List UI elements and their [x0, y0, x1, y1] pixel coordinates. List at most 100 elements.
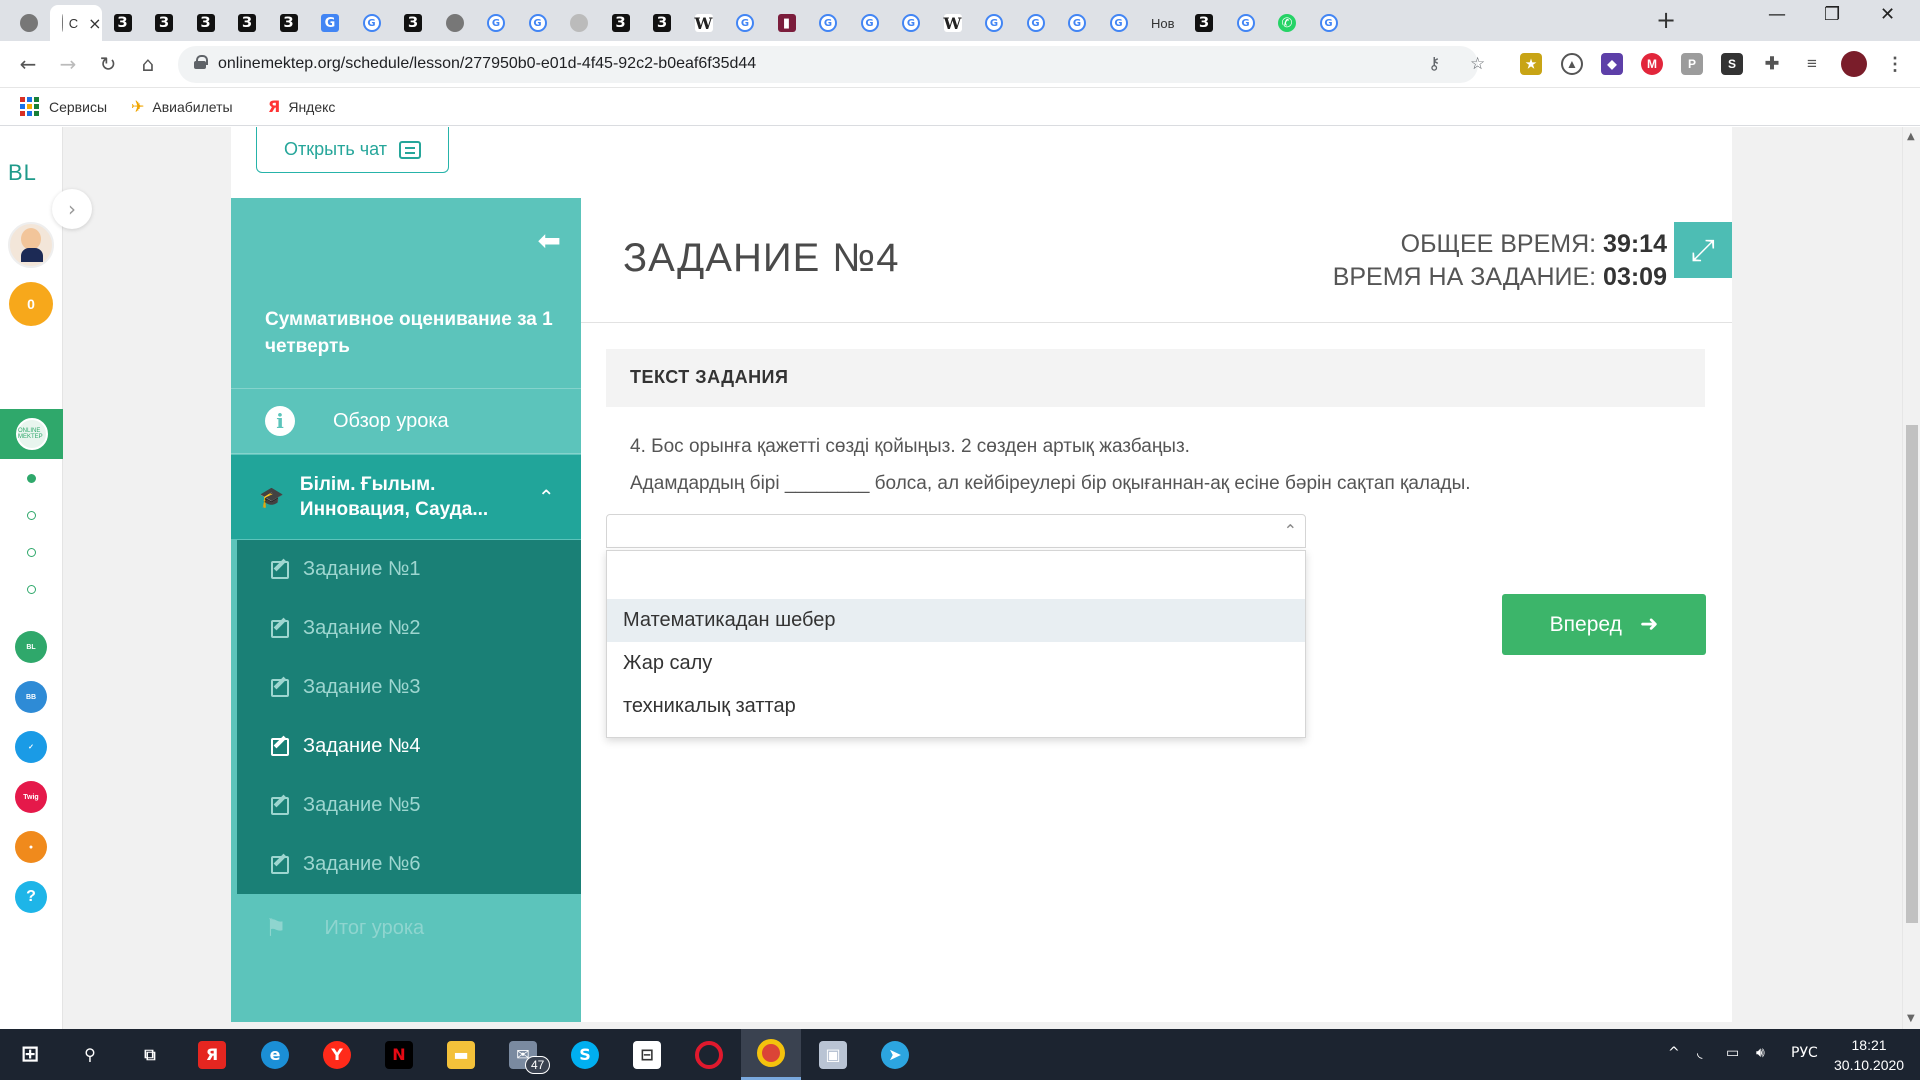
key-icon[interactable]: ⚷ — [1428, 54, 1440, 74]
twig-app-icon[interactable]: Twig — [15, 781, 47, 813]
app-icon[interactable]: ● — [15, 831, 47, 863]
scroll-up-icon[interactable]: ▲ — [1907, 131, 1915, 142]
browser-tab[interactable]: G — [1098, 5, 1140, 41]
battery-icon[interactable]: ▭ — [1726, 1045, 1739, 1061]
browser-tab[interactable]: G — [517, 5, 559, 41]
rail-subitem[interactable] — [27, 511, 36, 520]
browser-tab[interactable]: G — [724, 5, 766, 41]
browser-tab[interactable]: G — [1056, 5, 1098, 41]
browser-tab[interactable]: ▮ — [766, 5, 808, 41]
taskbar-yandex[interactable]: Я — [182, 1029, 242, 1080]
browser-tab[interactable] — [558, 5, 600, 41]
browser-tab[interactable]: G — [807, 5, 849, 41]
browser-tab[interactable]: G — [351, 5, 393, 41]
extension-icon[interactable]: ◆ — [1601, 53, 1623, 75]
language-indicator[interactable]: РУС — [1791, 1045, 1818, 1061]
bookmark-flights[interactable]: ✈ Авиабилеты — [131, 97, 233, 116]
avatar[interactable] — [8, 222, 54, 268]
bookmark-star-icon[interactable]: ☆ — [1470, 54, 1485, 74]
sidebar-item-overview[interactable]: i Обзор урока — [231, 388, 581, 454]
menu-icon[interactable]: ⋮ — [1884, 53, 1906, 75]
bilimland-app-icon[interactable]: BL — [15, 631, 47, 663]
arrow-left-icon[interactable]: ⬅ — [538, 224, 561, 257]
clock[interactable]: 18:21 30.10.2020 — [1834, 1035, 1904, 1075]
browser-tab[interactable]: G — [1308, 5, 1350, 41]
scrollbar[interactable]: ▲ ▼ — [1902, 127, 1920, 1029]
sidebar-section-header[interactable]: 🎓 Білім. Ғылым. Инновация, Сауда... ⌃ — [231, 455, 581, 539]
chevron-up-icon[interactable]: ⌃ — [538, 485, 555, 509]
taskbar-chrome[interactable] — [741, 1029, 801, 1080]
sidebar-item-task[interactable]: Задание №2 — [237, 599, 581, 658]
address-bar[interactable]: onlinemektep.org/schedule/lesson/277950b… — [178, 46, 1485, 83]
taskbar-netflix[interactable]: N — [369, 1029, 429, 1080]
reading-list-icon[interactable]: ≡ — [1801, 53, 1823, 75]
browser-tab[interactable]: З — [641, 5, 683, 41]
sidebar-item-task[interactable]: Задание №6 — [237, 835, 581, 894]
browser-tab[interactable]: G — [1225, 5, 1267, 41]
sidebar-item-task[interactable]: Задание №5 — [237, 776, 581, 835]
search-button[interactable]: ⚲ — [60, 1029, 120, 1080]
browser-tab[interactable]: З — [226, 5, 268, 41]
drive-extension-icon[interactable]: ▲ — [1561, 53, 1583, 75]
chevron-up-icon[interactable]: ^ — [1668, 1045, 1680, 1061]
scroll-down-icon[interactable]: ▼ — [1907, 1013, 1915, 1024]
dropdown-empty-option[interactable] — [607, 551, 1305, 599]
bilimbook-app-icon[interactable]: BB — [15, 681, 47, 713]
browser-tab[interactable]: G — [890, 5, 932, 41]
browser-tab[interactable]: W — [683, 5, 725, 41]
browser-tab[interactable]: З — [143, 5, 185, 41]
sidebar-item-task[interactable]: Задание №3 — [237, 658, 581, 717]
extension-icon[interactable]: ★ — [1520, 53, 1542, 75]
chevron-right-icon[interactable]: › — [52, 189, 92, 229]
task-view-button[interactable]: ⧉ — [120, 1029, 180, 1080]
network-icon[interactable]: ◟ — [1697, 1045, 1702, 1061]
taskbar-explorer[interactable]: ▬ — [431, 1029, 491, 1080]
taskbar-store[interactable]: ⊟ — [617, 1029, 677, 1080]
browser-tab[interactable]: З — [392, 5, 434, 41]
close-window-icon[interactable]: ✕ — [1880, 4, 1895, 25]
reload-icon[interactable]: ↻ — [94, 50, 122, 78]
extension-icon[interactable]: M — [1641, 53, 1663, 75]
browser-tab[interactable]: ✆ — [1266, 5, 1308, 41]
browser-tab[interactable]: З — [102, 5, 144, 41]
scrollbar-thumb[interactable] — [1906, 425, 1918, 923]
browser-tab[interactable] — [434, 5, 476, 41]
volume-icon[interactable]: 🔊︎ — [1756, 1045, 1765, 1061]
checklist-app-icon[interactable]: ✓ — [15, 731, 47, 763]
forward-icon[interactable]: → — [54, 50, 82, 78]
puzzle-icon[interactable]: ✚ — [1761, 53, 1783, 75]
taskbar-yandex-browser[interactable]: Y — [307, 1029, 367, 1080]
open-chat-button[interactable]: Открыть чат — [256, 127, 449, 173]
taskbar-edge[interactable]: e — [245, 1029, 305, 1080]
browser-tab[interactable]: З — [185, 5, 227, 41]
answer-select[interactable]: ⌃ — [606, 514, 1306, 548]
dropdown-option[interactable]: Жар салу — [607, 642, 1305, 685]
dropdown-option[interactable]: техникалық заттар — [607, 685, 1305, 728]
new-tab-button[interactable]: + — [1656, 6, 1676, 34]
bookmark-yandex[interactable]: Я Яндекс — [268, 97, 335, 116]
browser-tab[interactable] — [8, 5, 50, 41]
profile-avatar[interactable] — [1841, 51, 1867, 77]
browser-tab[interactable]: С × — [49, 5, 102, 41]
sidebar-item-summary[interactable]: ⚑ Итог урока — [231, 895, 581, 961]
maximize-icon[interactable]: ❐ — [1824, 4, 1840, 25]
taskbar-app[interactable]: ▣ — [803, 1029, 863, 1080]
close-tab-icon[interactable]: × — [88, 14, 101, 33]
rail-subitem[interactable] — [27, 585, 36, 594]
browser-tab[interactable]: З — [1183, 5, 1225, 41]
rail-item-onlinemektep[interactable]: ONLINE MEKTEP — [0, 409, 63, 459]
coin-counter[interactable]: 0 — [9, 282, 53, 326]
back-icon[interactable]: ← — [14, 50, 42, 78]
start-button[interactable]: ⊞ — [0, 1029, 60, 1080]
browser-tab[interactable]: W — [932, 5, 974, 41]
rail-subitem[interactable] — [27, 548, 36, 557]
browser-tab[interactable]: G — [1015, 5, 1057, 41]
browser-tab[interactable]: G — [475, 5, 517, 41]
rail-subitem[interactable] — [27, 474, 36, 483]
home-icon[interactable]: ⌂ — [134, 50, 162, 78]
bilimland-logo[interactable]: BL — [8, 160, 37, 186]
browser-tab[interactable]: З — [268, 5, 310, 41]
browser-tab[interactable]: З — [600, 5, 642, 41]
minimize-icon[interactable]: — — [1768, 4, 1786, 25]
bookmark-services[interactable]: Сервисы — [20, 97, 107, 116]
